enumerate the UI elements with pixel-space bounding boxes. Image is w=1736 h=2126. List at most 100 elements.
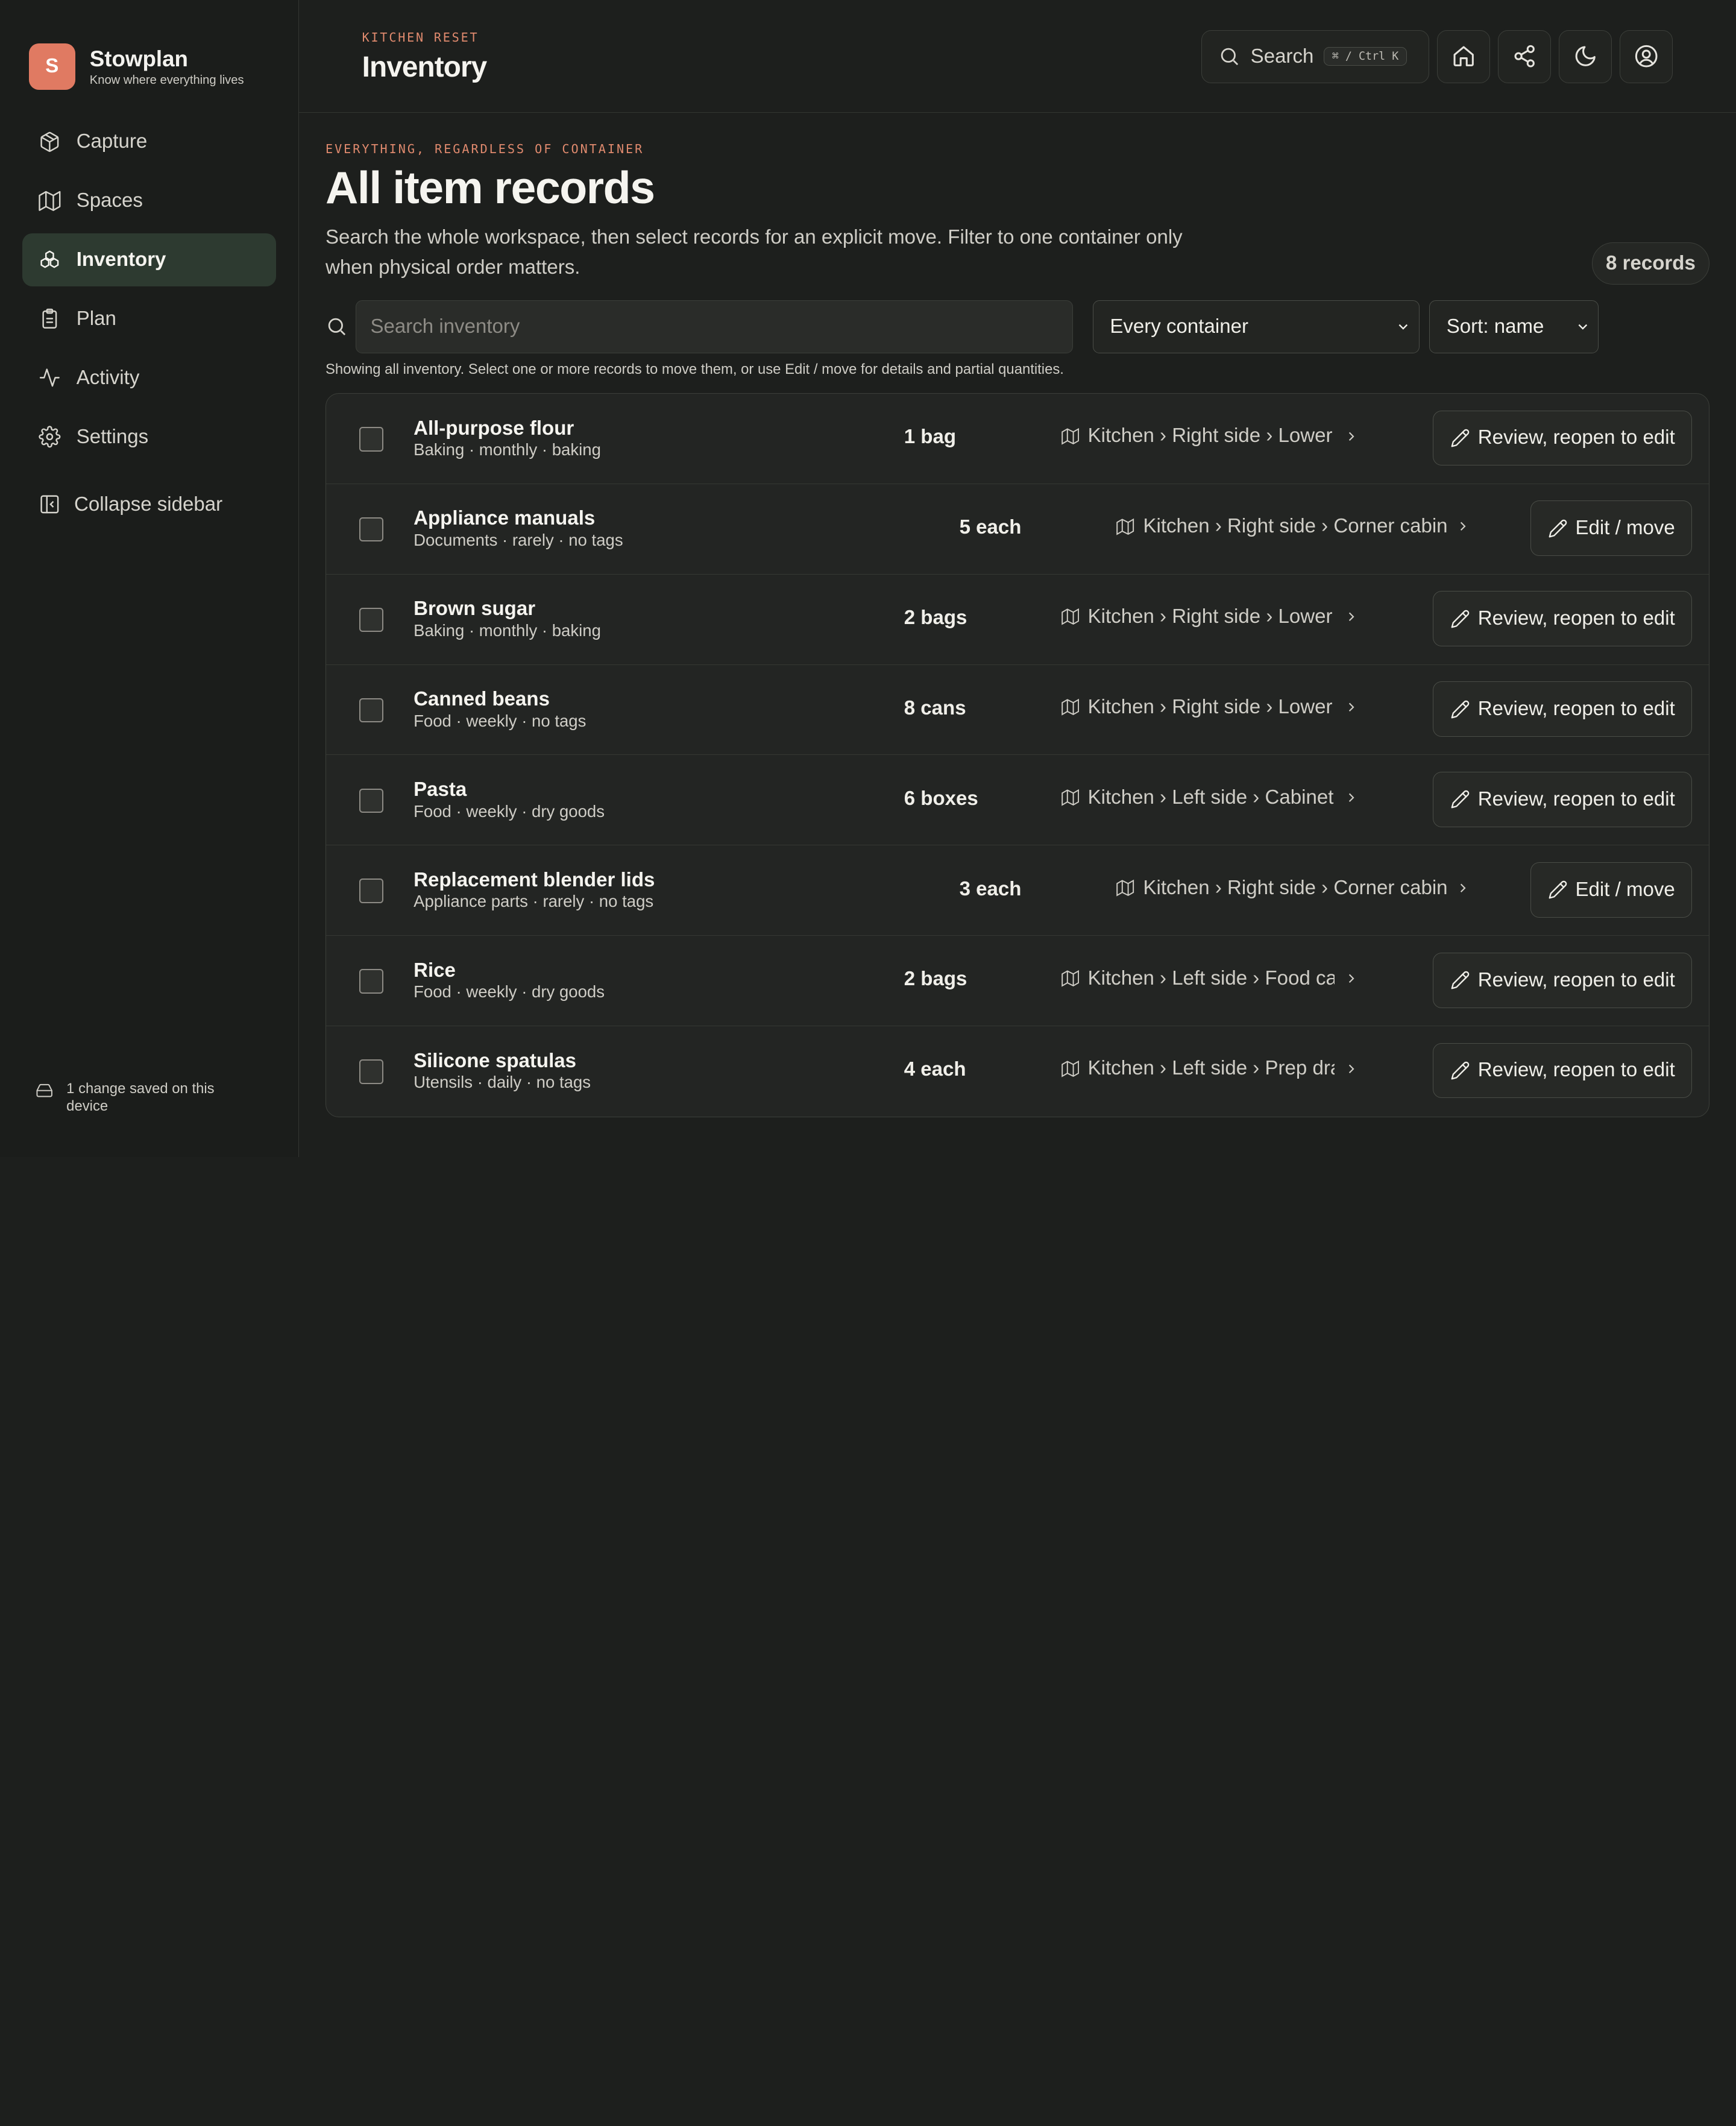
share-icon [1514, 45, 1535, 68]
item-location-link[interactable]: Kitchen › Right side › Corner cabinet › … [1116, 515, 1471, 538]
brand-tagline: Know where everything lives [89, 73, 244, 87]
page-header-title: Inventory [362, 51, 488, 84]
review-reopen-button[interactable]: Review, reopen to edit [1433, 681, 1693, 737]
item-quantity: 4 each [904, 1058, 966, 1081]
row-select-checkbox[interactable] [359, 1059, 384, 1084]
sidebar-item-activity[interactable]: Activity [22, 352, 276, 405]
item-quantity: 1 bag [904, 426, 957, 449]
row-select-checkbox[interactable] [359, 698, 384, 723]
row-select-checkbox[interactable] [359, 969, 384, 994]
pencil-icon [1451, 790, 1470, 809]
top-bar: KITCHEN RESET Inventory Search ⌘ / Ctrl … [298, 0, 1736, 113]
item-location-link[interactable]: Kitchen › Left side › Cabinet above [1061, 786, 1359, 809]
item-location-link[interactable]: Kitchen › Left side › Prep drawer [1061, 1057, 1359, 1080]
section-eyebrow: EVERYTHING, REGARDLESS OF CONTAINER [325, 142, 644, 157]
global-search-label: Search [1250, 45, 1314, 68]
pencil-icon [1451, 1061, 1470, 1080]
item-meta: Food · weekly · dry goods [414, 801, 605, 821]
item-meta: Documents · rarely · no tags [414, 531, 623, 549]
global-search-button[interactable]: Search ⌘ / Ctrl K [1201, 30, 1430, 83]
item-location-link[interactable]: Kitchen › Right side › Corner cabinet › … [1116, 877, 1471, 900]
pencil-icon [1549, 519, 1567, 538]
chevron-down-icon [1578, 324, 1587, 330]
action-label: Review, reopen to edit [1477, 698, 1675, 721]
share-button[interactable] [1498, 30, 1552, 83]
sidebar-nav: Capture Spaces Inventory Plan Activity Settin… [0, 104, 298, 464]
theme-toggle-button[interactable] [1559, 30, 1612, 83]
row-select-checkbox[interactable] [359, 427, 384, 452]
row-select-checkbox[interactable] [359, 517, 384, 542]
item-name: Brown sugar [414, 598, 536, 620]
map-icon [1061, 789, 1079, 806]
review-reopen-button[interactable]: Review, reopen to edit [1433, 1042, 1693, 1099]
item-name: Appliance manuals [414, 507, 596, 530]
sync-status-text: 1 change saved on this device [66, 1080, 215, 1115]
container-filter-select[interactable]: Every container [1092, 300, 1420, 353]
item-location-path: Kitchen › Right side › Lower cabinet [1087, 424, 1335, 447]
sidebar-item-spaces[interactable]: Spaces [22, 174, 276, 227]
sidebar-item-inventory[interactable]: Inventory [22, 233, 277, 286]
chevron-right-icon [1461, 883, 1466, 892]
filter-bar: Every container Sort: name [326, 300, 1709, 353]
item-meta: Baking · monthly · baking [414, 620, 601, 640]
item-location-link[interactable]: Kitchen › Right side › Lower cabinet [1061, 605, 1359, 628]
table-row: All-purpose flour Baking · monthly · baki… [326, 394, 1709, 484]
page-title: All item records [325, 162, 655, 213]
review-reopen-button[interactable]: Review, reopen to edit [1433, 410, 1693, 466]
results-hint: Showing all inventory. Select one or mor… [325, 361, 1064, 377]
sidebar-item-settings[interactable]: Settings [22, 410, 276, 463]
sync-status: 1 change saved on this device [36, 1080, 257, 1115]
item-location-path: Kitchen › Left side › Cabinet above [1087, 786, 1335, 809]
records-count-badge: 8 records [1592, 242, 1709, 285]
sidebar-item-plan[interactable]: Plan [22, 292, 276, 345]
home-button[interactable] [1437, 30, 1491, 83]
item-meta: Food · weekly · dry goods [414, 982, 605, 1001]
search-icon [1221, 48, 1239, 66]
boxes-icon [40, 250, 59, 268]
review-reopen-button[interactable]: Review, reopen to edit [1433, 591, 1693, 647]
item-location-link[interactable]: Kitchen › Left side › Food cabinet [1061, 967, 1359, 990]
edit-move-button[interactable]: Edit / move [1530, 862, 1693, 918]
chevron-right-icon [1461, 522, 1466, 531]
table-row: Brown sugar Baking · monthly · baking 2 ba… [326, 575, 1709, 665]
edit-move-button[interactable]: Edit / move [1530, 500, 1693, 557]
review-reopen-button[interactable]: Review, reopen to edit [1433, 952, 1693, 1008]
brand-logo: S [28, 43, 75, 90]
collapse-sidebar-button[interactable]: Collapse sidebar [22, 482, 276, 526]
pencil-icon [1451, 610, 1470, 628]
map-icon [1061, 1060, 1079, 1077]
chevron-right-icon [1348, 612, 1354, 622]
review-reopen-button[interactable]: Review, reopen to edit [1433, 771, 1693, 827]
item-name: All-purpose flour [414, 417, 574, 440]
sort-select[interactable]: Sort: name [1429, 300, 1599, 353]
hard-drive-icon [36, 1084, 52, 1097]
row-select-checkbox[interactable] [359, 878, 384, 903]
main-content: KITCHEN RESET Inventory Search ⌘ / Ctrl … [298, 0, 1736, 1157]
activity-icon [40, 368, 60, 387]
item-location-path: Kitchen › Left side › Food cabinet [1087, 967, 1335, 989]
brand[interactable]: S Stowplan Know where everything lives [0, 0, 298, 104]
sidebar-item-label: Activity [76, 366, 140, 389]
item-quantity: 5 each [959, 516, 1022, 539]
row-select-checkbox[interactable] [359, 788, 384, 813]
action-label: Review, reopen to edit [1477, 968, 1675, 991]
item-location-link[interactable]: Kitchen › Right side › Lower cabinet [1061, 696, 1359, 719]
item-location-path: Kitchen › Right side › Lower cabinet [1087, 605, 1335, 628]
row-select-checkbox[interactable] [359, 607, 384, 632]
sidebar-item-label: Inventory [76, 248, 166, 271]
chevron-right-icon [1348, 432, 1354, 441]
action-label: Review, reopen to edit [1477, 426, 1675, 449]
item-location-path: Kitchen › Right side › Corner cabinet › … [1143, 876, 1447, 899]
pencil-icon [1451, 971, 1470, 989]
item-location-link[interactable]: Kitchen › Right side › Lower cabinet [1061, 424, 1359, 447]
item-name: Silicone spatulas [414, 1049, 577, 1072]
gear-icon [39, 426, 61, 448]
package-icon [40, 131, 59, 152]
item-quantity: 2 bags [904, 606, 967, 629]
table-row: Silicone spatulas Utensils · daily · no t… [326, 1026, 1709, 1117]
action-label: Edit / move [1575, 517, 1675, 540]
sidebar-item-capture[interactable]: Capture [22, 115, 276, 168]
sidebar: S Stowplan Know where everything lives C… [0, 0, 299, 1158]
inventory-search-input[interactable] [355, 300, 1073, 353]
account-button[interactable] [1620, 30, 1673, 83]
